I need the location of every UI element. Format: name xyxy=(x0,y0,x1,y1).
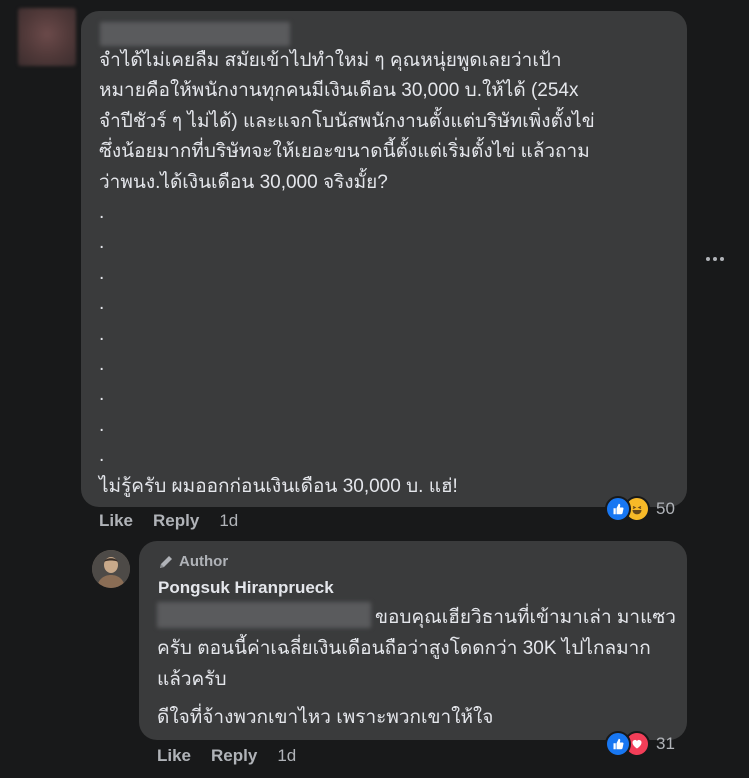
like-button[interactable]: Like xyxy=(99,511,133,531)
reply-actions: Like Reply 1d xyxy=(157,746,296,766)
comment-timestamp[interactable]: 1d xyxy=(219,511,238,531)
reply-text-paragraph-2: ดีใจที่จ้างพวกเขาไหว เพราะพวกเขาให้ใจ xyxy=(157,707,494,728)
reply-timestamp[interactable]: 1d xyxy=(277,746,296,766)
author-name[interactable]: Pongsuk Hiranprueck xyxy=(158,578,334,598)
commenter-avatar-blurred[interactable] xyxy=(18,8,76,66)
comment-text: จำได้ไม่เคยลืม สมัยเข้าไปทำใหม่ ๆ คุณหนุ… xyxy=(99,50,595,497)
more-options-icon[interactable] xyxy=(700,249,730,269)
reaction-count: 31 xyxy=(656,734,675,753)
reply-button[interactable]: Reply xyxy=(153,511,199,531)
like-icon xyxy=(605,731,631,757)
reply-button[interactable]: Reply xyxy=(211,746,257,766)
author-badge-label: Author xyxy=(179,553,229,570)
pen-icon xyxy=(160,555,172,568)
author-avatar[interactable] xyxy=(92,550,130,588)
comment-reactions[interactable]: 50 xyxy=(605,496,675,522)
comment-actions: Like Reply 1d xyxy=(99,511,238,531)
commenter-name-redacted xyxy=(100,22,290,46)
reaction-count: 50 xyxy=(656,499,675,518)
author-badge: Author xyxy=(158,553,228,570)
like-icon xyxy=(605,496,631,522)
reply-text-paragraph-1: ขอบคุณเฮียวิธานที่เข้ามาเล่า มาแซวครับ ต… xyxy=(157,607,676,690)
like-button[interactable]: Like xyxy=(157,746,191,766)
reply-reactions[interactable]: 31 xyxy=(605,731,675,757)
